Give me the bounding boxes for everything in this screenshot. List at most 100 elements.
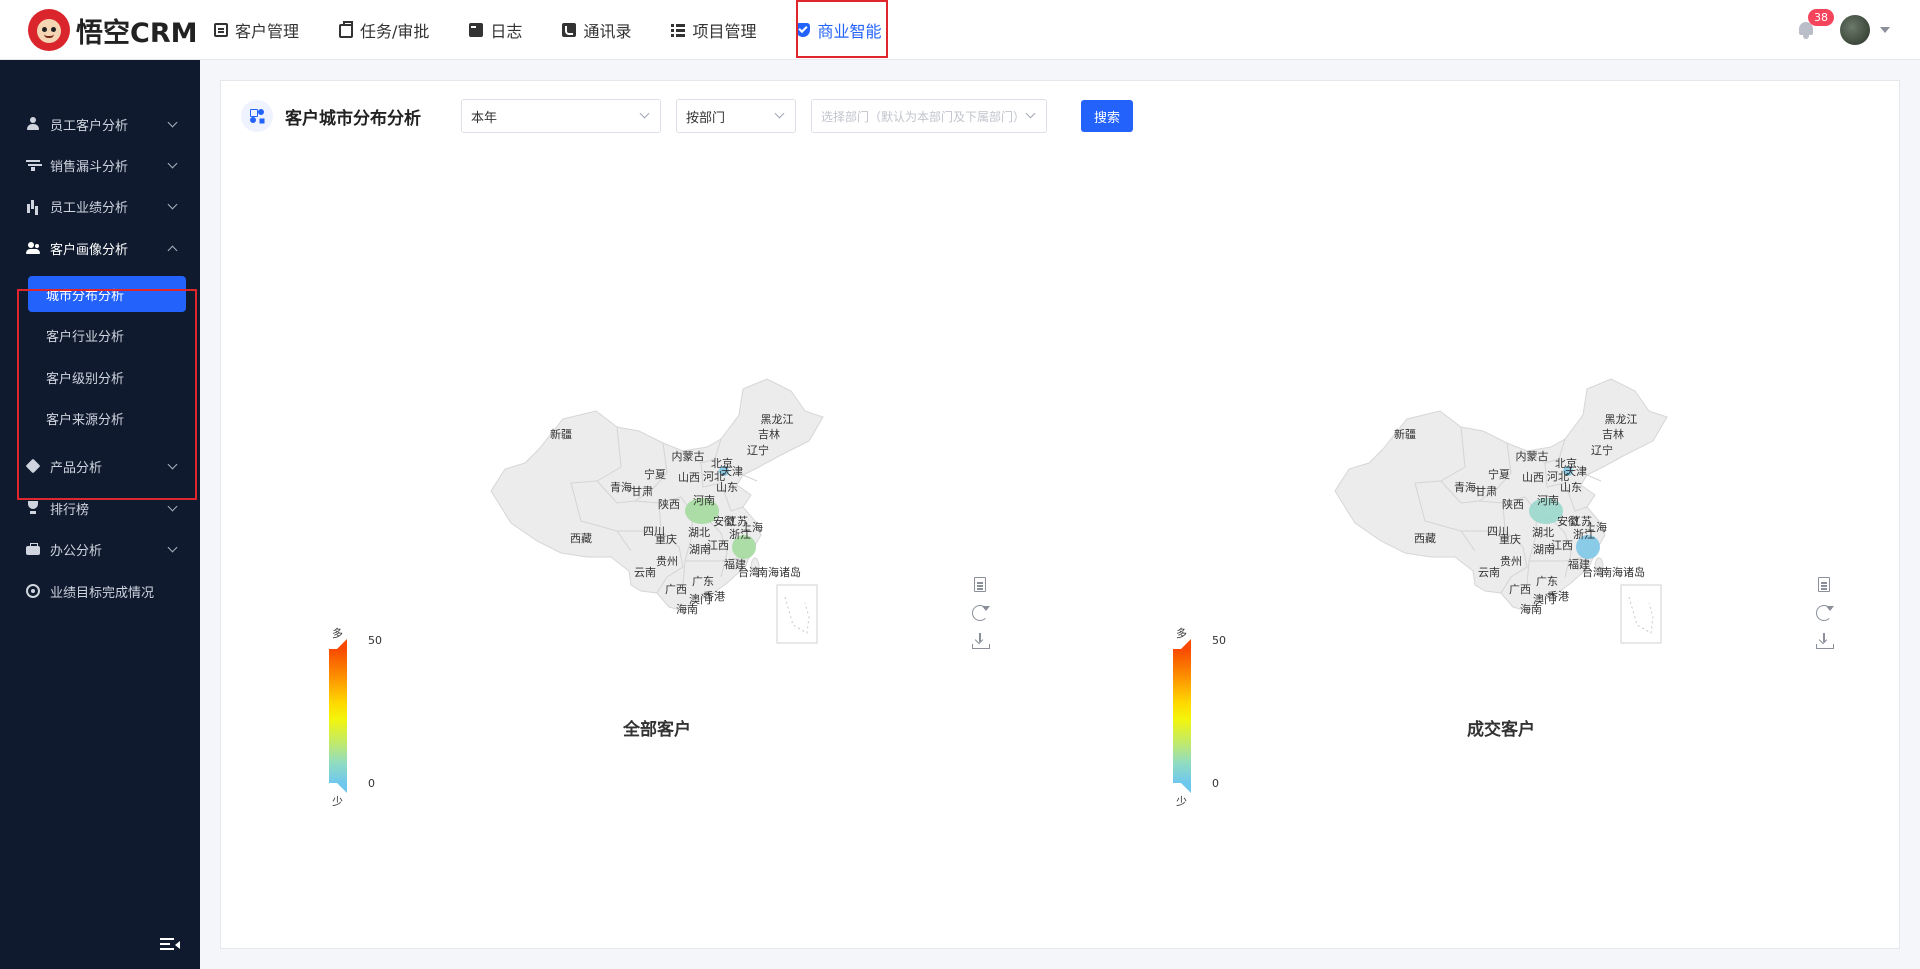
scope-select[interactable]: 按部门 [676, 99, 796, 133]
user-icon [26, 117, 40, 131]
legend-max-value: 50 [368, 634, 382, 647]
province-label: 辽宁 [747, 443, 769, 457]
province-label: 宁夏 [644, 467, 666, 481]
sidebar-item-sales-funnel[interactable]: 销售漏斗分析 [0, 144, 200, 186]
map-title: 全部客户 [623, 720, 691, 740]
chevron-down-icon [167, 117, 178, 128]
sidebar-item-customer-profile[interactable]: 客户画像分析 [0, 227, 200, 269]
sidebar-item-employee-customer[interactable]: 员工客户分析 [0, 103, 200, 145]
province-label: 山西 [678, 471, 700, 484]
period-select[interactable]: 本年 [461, 99, 661, 133]
province-label: 吉林 [1602, 427, 1624, 441]
logo-text: 悟空CRM [76, 17, 198, 49]
province-label: 河南 [1537, 494, 1559, 507]
legend-max-value: 50 [1212, 634, 1226, 647]
sidebar-item-office[interactable]: 办公分析 [0, 528, 200, 570]
app-logo[interactable]: 悟空CRM [28, 9, 197, 51]
china-map-svg[interactable]: 黑龙江吉林辽宁内蒙古北京天津河北山西宁夏青海 甘肃陕西 河南山东新疆西藏四川重庆湖北… [1085, 371, 1920, 711]
scope-select-value: 按部门 [686, 110, 726, 126]
nav-project-management[interactable]: 项目管理 [671, 0, 756, 60]
province-label: 江西 [707, 539, 729, 552]
province-label: 宁夏 [1488, 467, 1510, 481]
map-panel-all-customers: 黑龙江 吉林 辽宁 内蒙古 北京 天津 河北 山西 宁夏 青海 甘肃 陕西 河南 山东 新疆 西藏 四川 重庆 湖北… [241, 371, 1081, 808]
target-icon [26, 584, 40, 598]
province-label: 广东 [692, 575, 714, 588]
page-title: 客户城市分布分析 [285, 108, 421, 129]
download-icon[interactable] [1816, 632, 1834, 649]
province-label: 内蒙古 [1516, 449, 1549, 463]
province-label: 香港 [703, 590, 725, 603]
briefcase-icon [339, 21, 354, 38]
data-view-icon[interactable] [974, 577, 986, 592]
province-label: 甘肃 [1475, 485, 1497, 498]
nav-label: 日志 [490, 22, 523, 41]
list-icon [671, 23, 686, 37]
province-label: 南海诸岛 [1601, 565, 1645, 579]
province-label: 浙江 [1573, 528, 1595, 541]
period-select-value: 本年 [471, 110, 498, 126]
province-label: 南海诸岛 [757, 565, 801, 579]
notification-bell-icon[interactable]: 38 [1796, 9, 1834, 40]
chevron-down-icon [639, 108, 650, 119]
nav-contacts[interactable]: 通讯录 [562, 0, 631, 60]
province-label: 广西 [1509, 583, 1531, 596]
sidebar-item-product[interactable]: 产品分析 [0, 445, 200, 487]
nav-customer-management[interactable]: 客户管理 [214, 0, 299, 60]
province-label: 云南 [634, 566, 656, 579]
legend-low-label: 少 [1176, 795, 1187, 808]
south-sea-dashline [784, 596, 810, 634]
province-label: 贵州 [656, 555, 678, 568]
sidebar-item-label: 办公分析 [50, 543, 103, 559]
bar-chart-icon [26, 199, 40, 213]
legend-gradient-bar [1173, 649, 1191, 783]
nav-task-approval[interactable]: 任务/审批 [339, 0, 429, 60]
legend-max-handle[interactable] [337, 639, 347, 649]
doc-icon [214, 23, 228, 37]
sidebar-item-target-completion[interactable]: 业绩目标完成情况 [0, 570, 200, 612]
province-label: 山东 [1560, 481, 1582, 494]
chevron-down-icon [167, 459, 178, 470]
sidebar-item-label: 员工业绩分析 [50, 200, 129, 216]
sidebar-item-ranking[interactable]: 排行榜 [0, 487, 200, 529]
legend-gradient-bar [329, 649, 347, 783]
department-select-placeholder: 选择部门（默认为本部门及下属部门） [821, 109, 1021, 124]
caret-down-icon[interactable] [1880, 27, 1890, 33]
province-label: 重庆 [1499, 532, 1521, 546]
top-header: 悟空CRM 客户管理 任务/审批 日志 通讯录 项目管理 商业智能 38 [0, 0, 1920, 60]
refresh-icon[interactable] [972, 605, 990, 621]
chevron-down-icon [167, 501, 178, 512]
funnel-icon [26, 158, 40, 172]
legend-min-value: 0 [368, 777, 375, 790]
sidebar-item-label: 员工客户分析 [50, 118, 129, 134]
collapse-sidebar-icon[interactable] [160, 938, 180, 952]
department-select[interactable]: 选择部门（默认为本部门及下属部门） [811, 99, 1047, 133]
chevron-down-icon [774, 108, 785, 119]
province-label: 江西 [1551, 539, 1573, 552]
download-icon[interactable] [972, 632, 990, 649]
sidebar-item-employee-performance[interactable]: 员工业绩分析 [0, 185, 200, 227]
china-map-svg[interactable]: 黑龙江吉林辽宁内蒙古北京天津河北山西宁夏青海 甘肃陕西 河南山东新疆西藏四川重庆湖北… [241, 371, 1081, 711]
legend-min-handle[interactable] [1181, 783, 1191, 793]
province-label: 海南 [1520, 602, 1542, 616]
book-icon [469, 23, 484, 37]
legend-min-value: 0 [1212, 777, 1219, 790]
dashboard-icon [241, 100, 273, 132]
province-label: 广东 [1536, 575, 1558, 588]
province-label: 青海 [1454, 480, 1476, 494]
sidebar-item-label: 客户画像分析 [50, 242, 129, 258]
province-label: 湖北 [1532, 526, 1554, 539]
map-title: 成交客户 [1467, 720, 1535, 740]
province-label: 西藏 [570, 532, 592, 545]
legend-max-handle[interactable] [1181, 639, 1191, 649]
search-button[interactable]: 搜索 [1081, 100, 1133, 132]
avatar[interactable] [1840, 15, 1870, 45]
chevron-down-icon [167, 542, 178, 553]
legend-min-handle[interactable] [337, 783, 347, 793]
refresh-icon[interactable] [1816, 605, 1834, 621]
province-label: 黑龙江 [1605, 413, 1638, 426]
data-view-icon[interactable] [1818, 577, 1830, 592]
filter-toolbar: 客户城市分布分析 [241, 99, 421, 133]
province-border [1586, 474, 1602, 482]
province-label: 山东 [716, 481, 738, 494]
nav-log[interactable]: 日志 [469, 0, 522, 60]
